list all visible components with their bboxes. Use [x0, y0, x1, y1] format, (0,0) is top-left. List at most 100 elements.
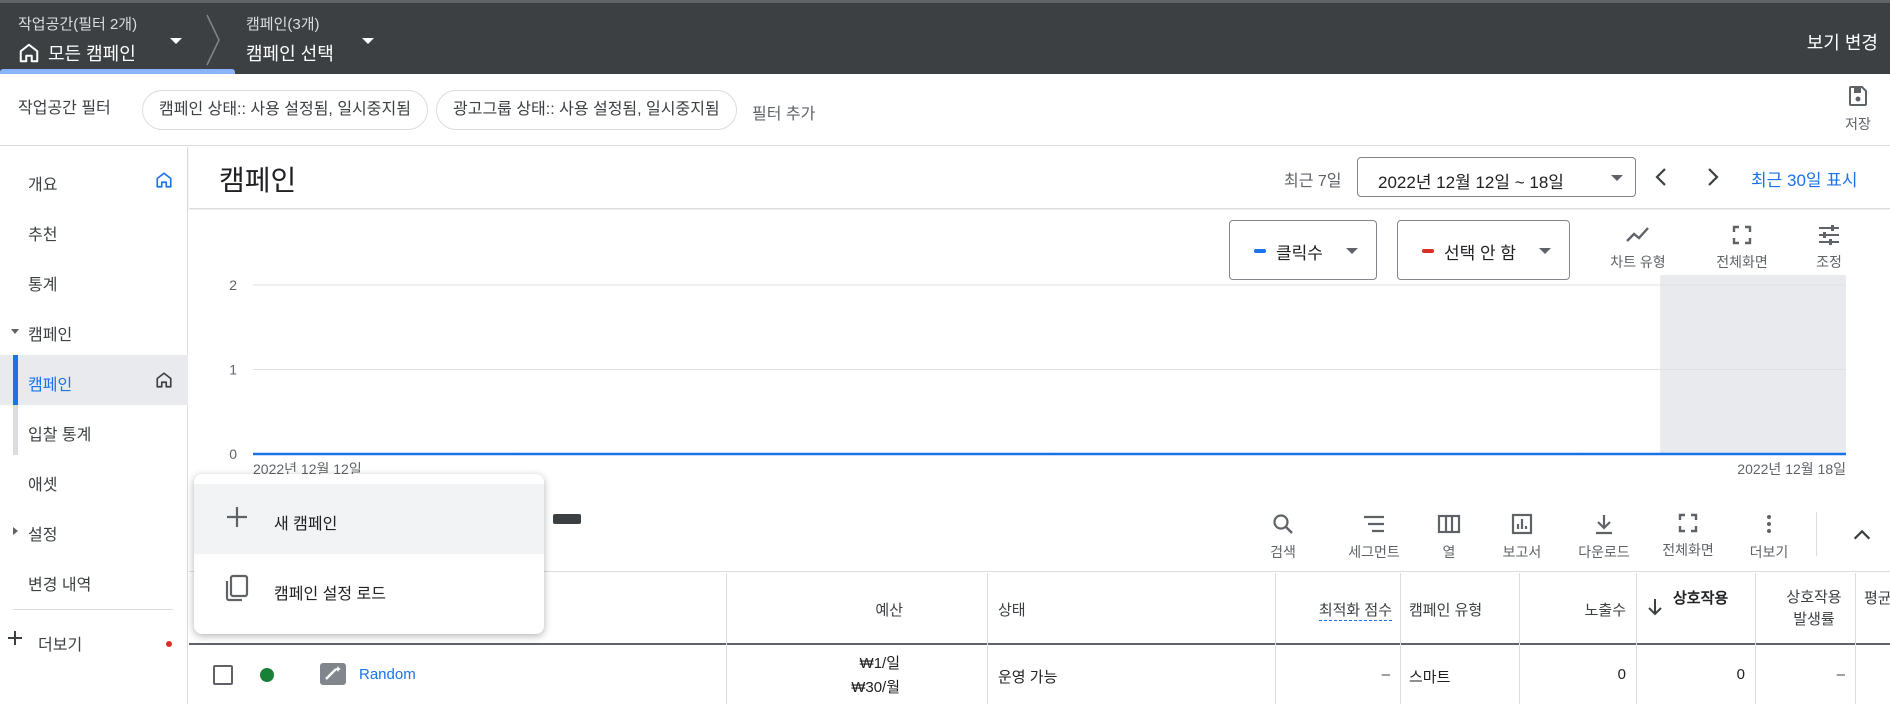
y-tick-label: 0	[229, 446, 237, 462]
sidebar-item-label: 캠페인	[28, 377, 73, 394]
chart-adjust-button[interactable]: 조정	[1809, 224, 1849, 272]
chart-panel: 0 1 2 2022년 12월 12일 2022년 12월 18일 클릭수 선택 안 함…	[189, 210, 1890, 500]
workspace-main-label: 모든 캠페인	[48, 44, 136, 64]
save-icon	[1838, 84, 1878, 108]
metric-selector-2[interactable]: 선택 안 함	[1397, 220, 1570, 280]
menu-item-label: 캠페인 설정 로드	[274, 586, 386, 603]
metric-label: 클릭수	[1276, 244, 1323, 263]
sidebar-item-label: 추천	[28, 227, 58, 244]
search-icon	[1261, 512, 1305, 536]
filter-label: 작업공간 필터	[18, 100, 111, 117]
menu-item-load-campaign-settings[interactable]: 캠페인 설정 로드	[194, 554, 544, 624]
campaign-type-cell: 스마트	[1400, 646, 1519, 704]
date-range-label: 최근 7일	[1284, 173, 1342, 190]
table-row: Random ₩1/일 ₩30/월 운영 가능 – 스마트 0 0 –	[189, 646, 1890, 704]
search-button[interactable]: 검색	[1261, 512, 1305, 562]
campaign-dropdown-icon[interactable]	[362, 38, 374, 44]
y-tick-label: 1	[229, 362, 237, 378]
last-30-days-link[interactable]: 최근 30일 표시	[1751, 166, 1858, 191]
fullscreen-icon	[1709, 224, 1775, 246]
column-header-status[interactable]: 상태	[987, 573, 1275, 645]
home-icon	[155, 171, 173, 189]
campaign-selector[interactable]: 캠페인(3개) 캠페인 선택	[246, 13, 334, 66]
download-icon	[1574, 512, 1634, 536]
column-header-avg-cost[interactable]: 평균 비	[1855, 573, 1890, 645]
sidebar-group-campaigns[interactable]: 캠페인	[0, 305, 188, 355]
tune-icon	[1809, 224, 1849, 246]
column-header-interactions[interactable]: 상호작용	[1636, 573, 1755, 645]
tool-label: 다운로드	[1578, 544, 1630, 560]
bar-chart-icon	[1500, 512, 1544, 536]
group-indicator	[13, 405, 18, 455]
campaign-main-label: 캠페인 선택	[246, 44, 334, 64]
view-change-button[interactable]: 보기 변경	[1807, 29, 1878, 55]
sidebar-item-assets[interactable]: 애셋	[0, 455, 188, 505]
date-range-value: 2022년 12월 12일 ~ 18일	[1378, 173, 1564, 192]
columns-button[interactable]: 열	[1434, 512, 1464, 562]
segment-button[interactable]: 세그먼트	[1344, 512, 1404, 562]
date-range-picker[interactable]: 2022년 12월 12일 ~ 18일	[1357, 157, 1636, 197]
metric-label: 선택 안 함	[1444, 244, 1517, 263]
smart-campaign-icon	[320, 663, 346, 685]
plus-icon	[6, 629, 24, 647]
reports-button[interactable]: 보고서	[1500, 512, 1544, 562]
workspace-filter-bar: 작업공간 필터 캠페인 상태:: 사용 설정됨, 일시중지됨 광고그룹 상태::…	[0, 74, 1890, 146]
more-button[interactable]: 더보기	[1747, 512, 1791, 562]
table-fullscreen-button[interactable]: 전체화면	[1658, 512, 1718, 560]
column-header-impressions[interactable]: 노출수	[1519, 573, 1636, 645]
tool-label: 조정	[1816, 254, 1842, 270]
plus-icon	[224, 504, 250, 530]
sidebar-item-recommendations[interactable]: 추천	[0, 205, 188, 255]
home-icon	[155, 371, 173, 389]
sidebar-item-change-history[interactable]: 변경 내역	[0, 555, 188, 605]
column-header-budget[interactable]: 예산	[726, 573, 987, 645]
status-cell: 운영 가능	[987, 646, 1275, 704]
status-dot-icon	[260, 668, 274, 682]
sidebar-item-insights[interactable]: 통계	[0, 255, 188, 305]
workspace-dropdown-icon[interactable]	[170, 38, 182, 44]
y-tick-label: 2	[229, 277, 237, 293]
avg-cost-cell	[1855, 646, 1890, 704]
row-checkbox[interactable]	[213, 665, 233, 685]
column-header-campaign-type[interactable]: 캠페인 유형	[1400, 573, 1519, 645]
chevron-right-icon[interactable]	[1700, 165, 1724, 189]
menu-item-new-campaign[interactable]: 새 캠페인	[194, 484, 544, 554]
sidebar-group-settings[interactable]: 설정	[0, 505, 188, 555]
sidebar-item-overview[interactable]: 개요	[0, 155, 188, 205]
page-title: 캠페인	[219, 165, 297, 196]
home-icon	[18, 42, 40, 64]
tool-label: 전체화면	[1662, 542, 1714, 558]
opt-score-cell: –	[1275, 646, 1400, 704]
sidebar-item-auction-insights[interactable]: 입찰 통계	[0, 405, 188, 455]
filter-chip-adgroup-status[interactable]: 광고그룹 상태:: 사용 설정됨, 일시중지됨	[436, 90, 737, 130]
chart-type-button[interactable]: 차트 유형	[1603, 224, 1673, 272]
tool-label: 더보기	[1749, 544, 1789, 560]
chart-fullscreen-button[interactable]: 전체화면	[1709, 224, 1775, 272]
save-button[interactable]: 저장	[1838, 84, 1878, 134]
sidebar-item-campaigns[interactable]: 캠페인	[0, 355, 188, 405]
toolbar-divider	[1816, 512, 1817, 556]
tiny-badge-icon	[553, 514, 581, 524]
workspace-selector[interactable]: 작업공간(필터 2개) 모든 캠페인	[18, 13, 137, 66]
add-filter-button[interactable]: 필터 추가	[752, 100, 815, 124]
active-indicator	[13, 355, 18, 405]
column-header-opt-score[interactable]: 최적화 점수	[1275, 573, 1400, 645]
campaign-sub-label: 캠페인(3개)	[246, 16, 320, 33]
chevron-down-icon	[1611, 175, 1623, 181]
campaign-name-link[interactable]: Random	[359, 666, 416, 683]
tool-label: 검색	[1270, 544, 1296, 560]
column-header-interaction-rate[interactable]: 상호작용 발생률	[1755, 573, 1855, 645]
columns-icon	[1434, 512, 1464, 536]
series-color-swatch	[1254, 249, 1266, 253]
metric-selector-1[interactable]: 클릭수	[1229, 220, 1377, 280]
chevron-down-icon	[1346, 248, 1358, 254]
sidebar-divider	[13, 609, 173, 610]
interactions-cell: 0	[1636, 646, 1755, 704]
download-button[interactable]: 다운로드	[1574, 512, 1634, 562]
collapse-chevron-up-icon[interactable]	[1851, 524, 1873, 546]
tool-label: 열	[1442, 544, 1456, 560]
interaction-rate-cell: –	[1755, 646, 1855, 704]
sidebar-item-more[interactable]: 더보기	[0, 615, 188, 665]
filter-chip-campaign-status[interactable]: 캠페인 상태:: 사용 설정됨, 일시중지됨	[142, 90, 428, 130]
chevron-left-icon[interactable]	[1650, 165, 1674, 189]
